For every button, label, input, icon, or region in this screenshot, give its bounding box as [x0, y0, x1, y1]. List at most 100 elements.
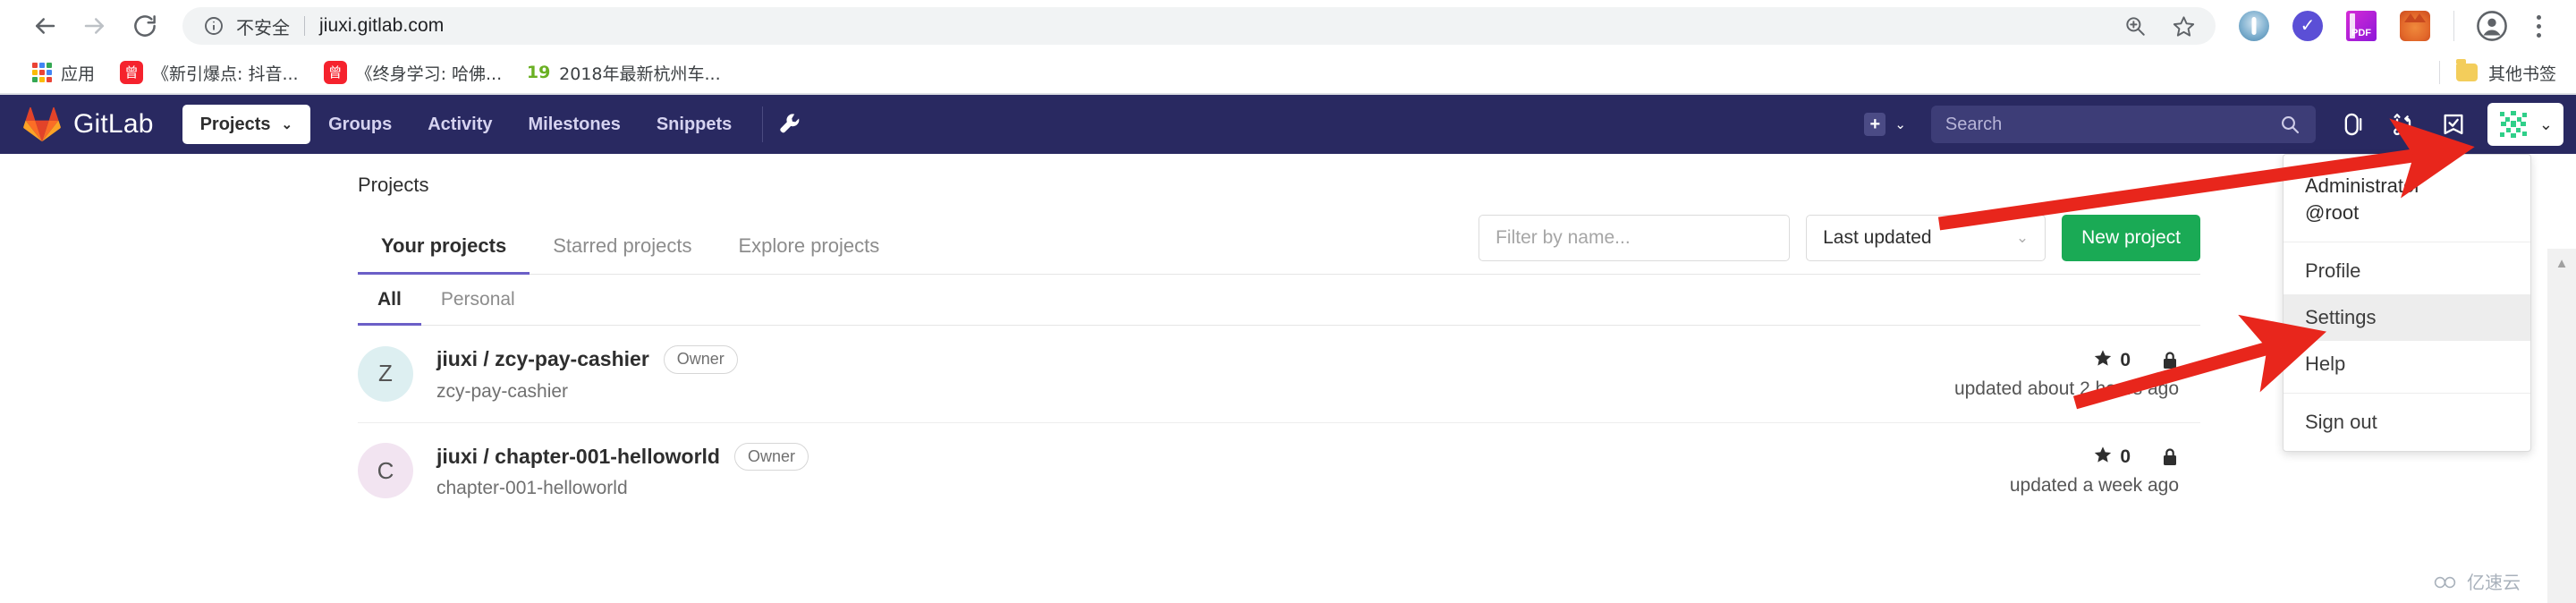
back-icon[interactable]: [20, 1, 70, 51]
user-dropdown-header: Administrator @root: [2284, 155, 2530, 243]
avatar-letter: Z: [378, 360, 393, 387]
subtab-all[interactable]: All: [358, 275, 421, 326]
gitlab-brand-text: GitLab: [73, 109, 154, 139]
tab-your-projects[interactable]: Your projects: [358, 218, 530, 275]
forward-icon[interactable]: [70, 1, 120, 51]
brave-extension-icon[interactable]: [2239, 11, 2269, 41]
bookmarks-bar: 应用 曾 《新引爆点: 抖音... 曾 《终身学习: 哈佛... 19 2018…: [0, 52, 2576, 95]
project-meta: 0 updated about 2 hours ago: [1954, 348, 2200, 400]
star-count[interactable]: 0: [2093, 348, 2131, 373]
sort-value: Last updated: [1823, 227, 1932, 248]
project-title[interactable]: jiuxi / zcy-pay-cashier: [436, 347, 649, 371]
menu-item-sign-out[interactable]: Sign out: [2284, 399, 2530, 446]
bookmark-label: 《新引爆点: 抖音...: [152, 64, 299, 84]
star-count-value: 0: [2120, 349, 2131, 370]
bookmark-star-icon[interactable]: [2171, 13, 2196, 38]
toolbar-divider: [2453, 11, 2454, 41]
red-square-icon: 曾: [323, 61, 347, 84]
apps-grid-icon: [32, 63, 52, 82]
search-input[interactable]: Search: [1930, 106, 2316, 143]
projects-subtabs: All Personal: [358, 275, 2200, 326]
bookmarks-divider: [2438, 61, 2440, 84]
updated-timestamp: updated about 2 hours ago: [1953, 378, 2179, 399]
nav-link-milestones[interactable]: Milestones: [510, 105, 638, 144]
url-text: jiuxi.gitlab.com: [319, 15, 445, 36]
breadcrumb: Projects: [358, 174, 429, 196]
reload-icon[interactable]: [120, 1, 170, 51]
projects-container: Projects Your projects Starred projects …: [358, 154, 2200, 519]
new-dropdown-button[interactable]: + ⌄: [1852, 113, 1919, 136]
watermark: 亿速云: [2433, 568, 2521, 594]
nav-link-activity[interactable]: Activity: [410, 105, 510, 144]
todos-icon[interactable]: [2428, 99, 2479, 149]
address-bar[interactable]: 不安全 jiuxi.gitlab.com: [182, 7, 2216, 45]
green-19-icon: 19: [526, 63, 551, 82]
star-filled-icon: [2093, 445, 2113, 470]
projects-tabs: Your projects Starred projects Explore p…: [358, 218, 902, 275]
user-avatar-dropdown-toggle[interactable]: ⌄: [2487, 103, 2563, 146]
tab-starred-projects[interactable]: Starred projects: [530, 218, 715, 275]
search-placeholder: Search: [1945, 114, 2003, 134]
gitlab-tanuki-logo: [23, 106, 61, 142]
subtab-label: Personal: [440, 289, 515, 310]
nav-link-label: Milestones: [528, 114, 621, 134]
menu-item-help[interactable]: Help: [2284, 341, 2530, 387]
metamask-fox-extension-icon[interactable]: [2400, 11, 2430, 41]
nav-link-label: Projects: [199, 114, 271, 134]
bookmark-item-1[interactable]: 曾 《新引爆点: 抖音...: [107, 55, 311, 89]
nav-link-label: Snippets: [656, 114, 733, 134]
filter-placeholder: Filter by name...: [1496, 227, 1631, 248]
gitlab-home-link[interactable]: GitLab: [16, 106, 163, 142]
other-bookmarks-label[interactable]: 其他书签: [2488, 61, 2556, 85]
subtab-personal[interactable]: Personal: [421, 275, 535, 326]
account-circle-icon[interactable]: [2474, 8, 2510, 44]
new-project-button[interactable]: New project: [2062, 215, 2200, 261]
status-badge: Owner: [733, 442, 809, 471]
status-badge: Owner: [663, 345, 738, 374]
nav-link-projects[interactable]: Projects ⌄: [182, 105, 311, 144]
bookmark-apps[interactable]: 应用: [20, 55, 107, 89]
filter-by-name-input[interactable]: Filter by name...: [1479, 215, 1791, 261]
gitlab-navbar: GitLab Projects ⌄ Groups Activity Milest…: [0, 95, 2576, 154]
lock-icon: [2161, 351, 2179, 370]
watermark-text: 亿速云: [2467, 572, 2521, 593]
bookmark-item-3[interactable]: 19 2018年最新杭州车...: [514, 55, 733, 89]
omnibox-divider: [304, 16, 305, 36]
pdf-extension-icon[interactable]: PDF: [2346, 11, 2377, 41]
merge-requests-icon[interactable]: [2378, 99, 2428, 149]
tab-label: Explore projects: [738, 234, 880, 257]
zoom-in-icon[interactable]: [2123, 13, 2148, 38]
nav-link-snippets[interactable]: Snippets: [639, 105, 750, 144]
gitlab-navbar-right: + ⌄ Search ⌄: [1852, 95, 2576, 154]
table-row[interactable]: C jiuxi / chapter-001-helloworld Owner c…: [358, 423, 2200, 520]
projects-tabs-row: Your projects Starred projects Explore p…: [358, 215, 2200, 275]
cloud-icon: [2433, 573, 2460, 590]
chevron-down-icon: ⌄: [281, 116, 293, 132]
vertical-scrollbar[interactable]: ▲: [2547, 249, 2576, 603]
info-circle-icon[interactable]: [202, 14, 225, 38]
project-info: jiuxi / chapter-001-helloworld Owner cha…: [436, 442, 809, 500]
updated-timestamp: updated a week ago: [2009, 475, 2179, 497]
star-count[interactable]: 0: [2093, 445, 2131, 470]
folder-icon: [2455, 59, 2478, 81]
scroll-up-arrow-icon[interactable]: ▲: [2547, 249, 2576, 277]
project-meta: 0 updated a week ago: [2010, 445, 2200, 497]
verified-badge-extension-icon[interactable]: ✓: [2292, 11, 2323, 41]
user-dropdown-group-1: Profile Settings Help: [2284, 242, 2530, 395]
avatar-letter: C: [377, 456, 394, 484]
menu-item-settings[interactable]: Settings: [2284, 294, 2530, 342]
tab-label: Starred projects: [553, 234, 692, 257]
table-row[interactable]: Z jiuxi / zcy-pay-cashier Owner zcy-pay-…: [358, 326, 2200, 423]
browser-toolbar: 不安全 jiuxi.gitlab.com ✓ PDF: [0, 0, 2576, 52]
menu-item-profile[interactable]: Profile: [2284, 248, 2530, 294]
three-dot-menu-icon[interactable]: [2521, 8, 2556, 44]
sort-select[interactable]: Last updated ⌄: [1806, 215, 2046, 261]
wrench-icon[interactable]: [775, 109, 806, 140]
tab-explore-projects[interactable]: Explore projects: [715, 218, 902, 275]
subtab-label: All: [377, 289, 402, 310]
issues-icon[interactable]: [2328, 99, 2378, 149]
bookmark-item-2[interactable]: 曾 《终身学习: 哈佛...: [311, 55, 515, 89]
project-description: chapter-001-helloworld: [436, 478, 628, 499]
nav-link-groups[interactable]: Groups: [310, 105, 410, 144]
project-title[interactable]: jiuxi / chapter-001-helloworld: [436, 445, 720, 469]
